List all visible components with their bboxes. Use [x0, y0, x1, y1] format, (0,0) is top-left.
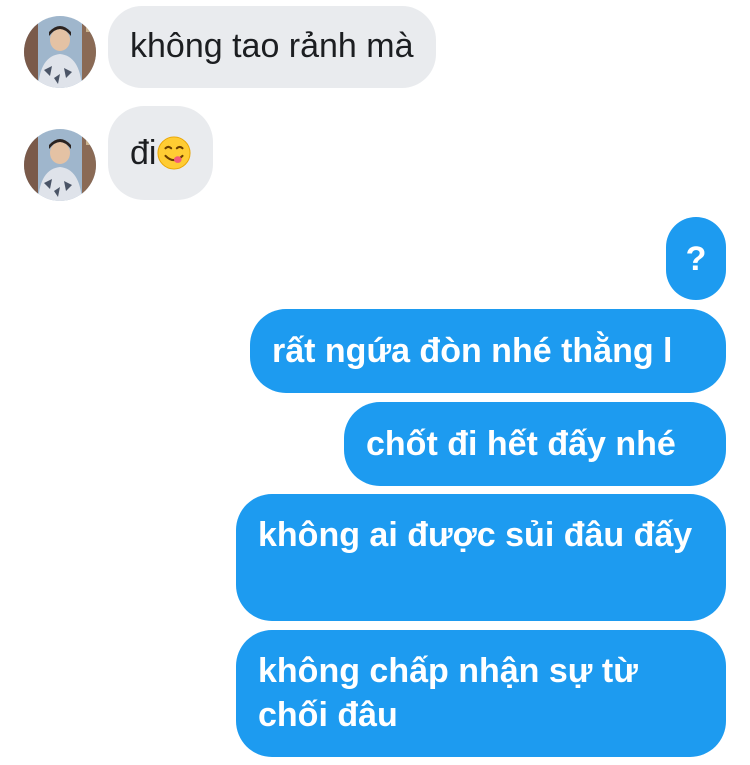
message-text: rất ngứa đòn nhé thằng l	[272, 332, 673, 370]
smiling-face-savoring-food-icon	[157, 136, 191, 170]
outgoing-message-bubble[interactable]: ?	[666, 217, 726, 300]
message-text: không ai được sủi đâu đấy	[258, 516, 693, 554]
message-text: ?	[685, 240, 707, 278]
message-text: đi	[130, 134, 157, 172]
incoming-message-bubble[interactable]: đi	[108, 106, 214, 200]
contact-avatar[interactable]	[24, 16, 96, 88]
contact-avatar[interactable]	[24, 129, 96, 201]
message-text: chốt đi hết đấy nhé	[366, 425, 676, 463]
outgoing-message-bubble[interactable]: không chấp nhận sự từ chối đâu	[236, 630, 726, 757]
incoming-message-bubble[interactable]: không tao rảnh mà	[108, 6, 436, 88]
message-text: không chấp nhận sự từ chối đâu	[258, 652, 638, 734]
outgoing-message-bubble[interactable]: rất ngứa đòn nhé thằng l	[250, 309, 726, 393]
profile-photo-icon	[24, 16, 96, 88]
message-text: không tao rảnh mà	[130, 27, 414, 65]
profile-photo-icon	[24, 129, 96, 201]
outgoing-message-bubble[interactable]: chốt đi hết đấy nhé	[344, 402, 726, 486]
outgoing-message-bubble[interactable]: không ai được sủi đâu đấy	[236, 494, 726, 621]
